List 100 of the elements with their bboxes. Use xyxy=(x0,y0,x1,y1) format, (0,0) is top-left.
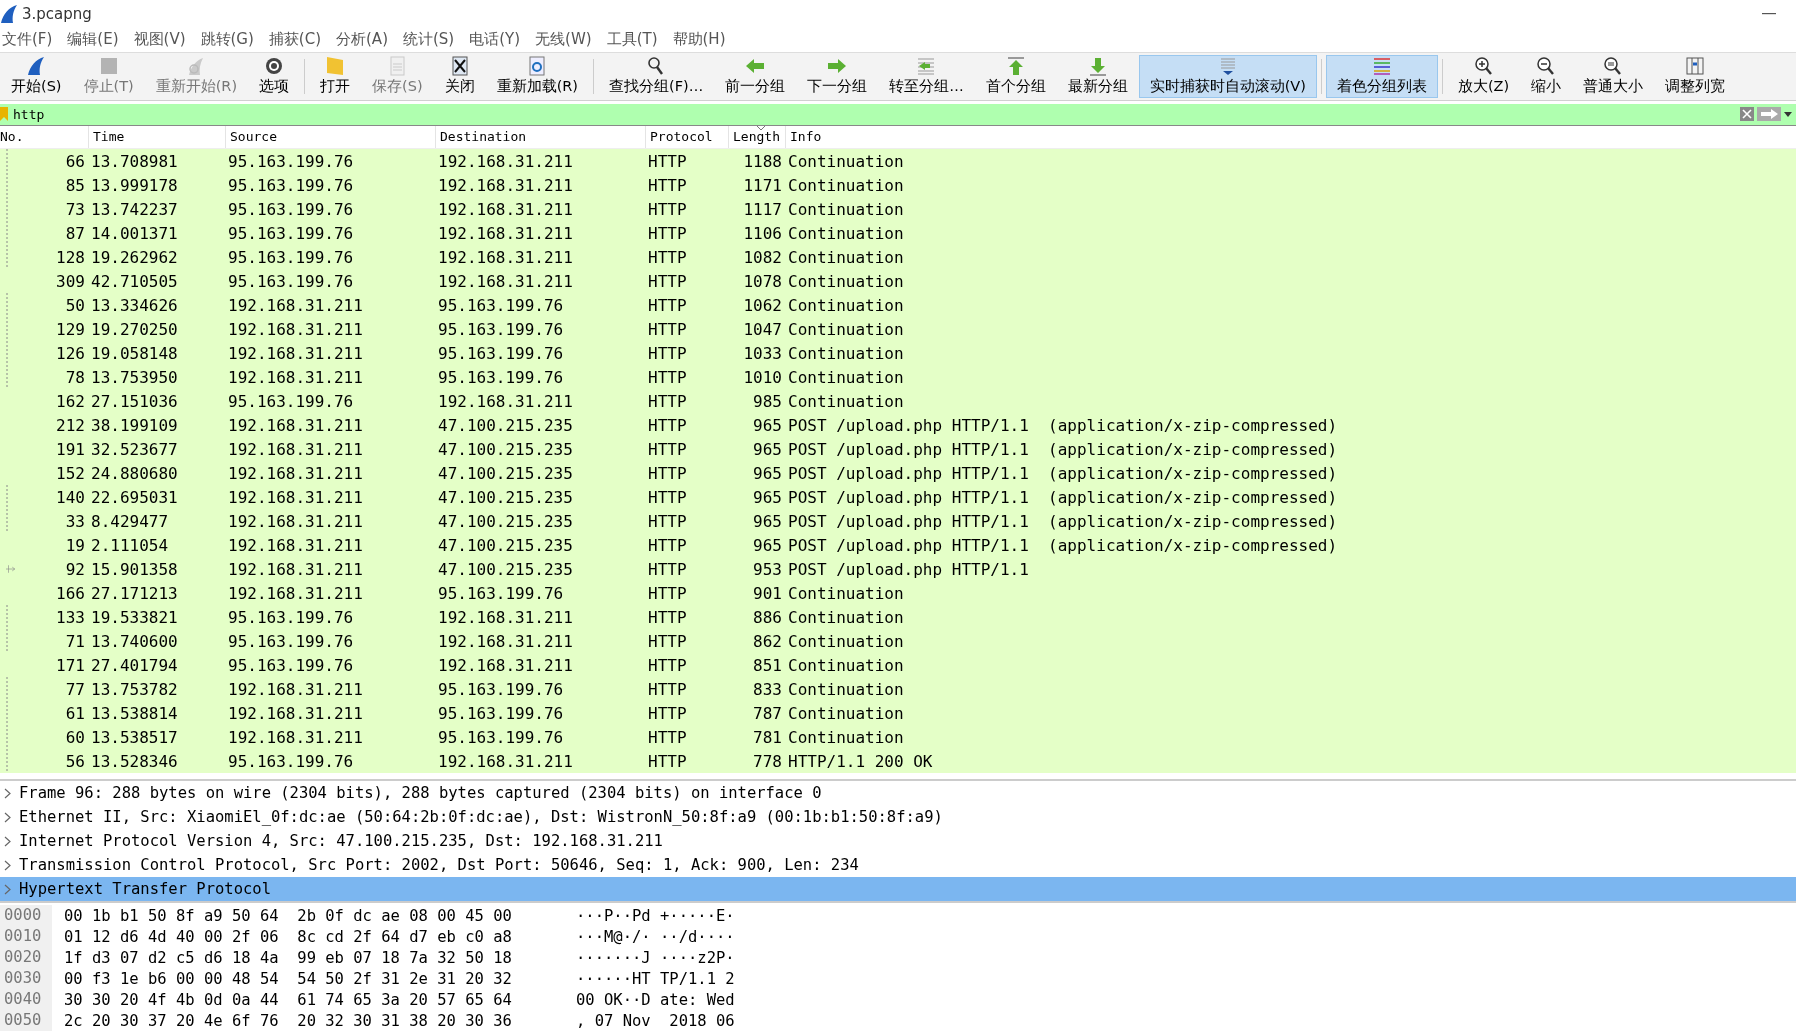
ascii-text: , 07 Nov 2018 06 xyxy=(576,1011,735,1030)
minimize-icon[interactable] xyxy=(1762,12,1776,15)
toolbar-button[interactable]: 前一分组 xyxy=(714,55,797,98)
toolbar-button[interactable]: 查找分组(F)… xyxy=(598,55,715,98)
expand-chevron-icon[interactable] xyxy=(4,787,11,799)
tree-item[interactable]: Frame 96: 288 bytes on wire (2304 bits), 288 bytes captured (2304 bits) on interface 0 xyxy=(0,781,1796,805)
table-cell-text: 129 xyxy=(55,319,86,339)
table-cell-text: 95.163.199.76 xyxy=(437,583,565,603)
table-cell-text: 192.168.31.211 xyxy=(437,631,574,651)
table-cell-text: 953 xyxy=(752,559,783,579)
toolbar-button[interactable]: 开始(S) xyxy=(0,55,73,98)
column-header[interactable]: Source xyxy=(225,126,435,148)
table-cell-text: HTTP xyxy=(647,199,688,219)
table-cell-text: 19.058148 xyxy=(90,343,179,363)
toolbar-button[interactable]: 实时捕获时自动滚动(V) xyxy=(1138,55,1317,98)
dropdown-icon[interactable] xyxy=(1784,111,1792,117)
table-cell-text: HTTP xyxy=(647,583,688,603)
menu-item[interactable]: 统计(S) xyxy=(401,30,463,50)
table-cell-text: 192.168.31.211 xyxy=(227,295,364,315)
column-header[interactable]: Time xyxy=(88,126,225,148)
table-cell-text: 192.168.31.211 xyxy=(227,727,364,747)
table-cell-text: HTTP xyxy=(647,439,688,459)
toolbar-button[interactable]: 下一分组 xyxy=(796,55,879,98)
menu-item[interactable]: 电话(Y) xyxy=(467,30,529,50)
table-cell-text: 27.151036 xyxy=(90,391,179,411)
tree-item[interactable]: Transmission Control Protocol, Src Port: 2002, Dst Port: 50646, Seq: 1, Ack: 900, Len: 234 xyxy=(0,853,1796,877)
table-cell-text: 42.710505 xyxy=(90,271,179,291)
table-cell-text: 1047 xyxy=(742,319,783,339)
toolbar-button[interactable]: 缩小 xyxy=(1520,55,1573,98)
table-cell-text: HTTP xyxy=(647,487,688,507)
table-cell-text: HTTP xyxy=(647,559,688,579)
ascii-text: 00 OK··D ate: Wed xyxy=(576,990,735,1009)
tree-item[interactable]: Hypertext Transfer Protocol xyxy=(0,877,1796,901)
toolbar-button[interactable]: 最新分组 xyxy=(1056,55,1139,98)
table-cell-text: 47.100.215.235 xyxy=(437,535,574,555)
table-cell-text: 1171 xyxy=(742,175,783,195)
clear-icon[interactable] xyxy=(1740,107,1754,122)
menu-item[interactable]: 帮助(H) xyxy=(670,30,734,50)
table-cell-text: 95.163.199.76 xyxy=(227,607,355,627)
table-cell-text: POST /upload.php HTTP/1.1 (application/x-zip-compressed) xyxy=(787,511,1339,531)
table-cell-text: HTTP xyxy=(647,703,688,723)
table-cell-text: 191 xyxy=(55,439,86,459)
table-cell-text: 22.695031 xyxy=(90,487,179,507)
menu-item[interactable]: 视图(V) xyxy=(131,30,194,50)
menu-item[interactable]: 文件(F) xyxy=(0,30,61,50)
table-cell-text: 13.334626 xyxy=(90,295,179,315)
column-header[interactable]: Length xyxy=(728,126,785,148)
toolbar-button[interactable]: 首个分组 xyxy=(974,55,1057,98)
expand-chevron-icon[interactable] xyxy=(4,811,11,823)
table-cell-text: HTTP xyxy=(647,607,688,627)
column-header[interactable]: Info xyxy=(785,126,1796,148)
toolbar-button[interactable]: 关闭 xyxy=(433,55,486,98)
table-cell-text: 95.163.199.76 xyxy=(227,151,355,171)
toolbar-button[interactable]: 普通大小 xyxy=(1572,55,1655,98)
table-cell-text: 965 xyxy=(752,415,783,435)
table-cell-text: 192.168.31.211 xyxy=(437,391,574,411)
table-cell-text: Continuation xyxy=(787,607,905,627)
table-cell-text: Continuation xyxy=(787,271,905,291)
table-cell-text: Continuation xyxy=(787,295,905,315)
table-cell-text: Continuation xyxy=(787,199,905,219)
tree-item-label: Internet Protocol Version 4, Src: 47.100.215.235, Dst: 192.168.31.211 xyxy=(19,832,663,850)
table-cell-text: 95.163.199.76 xyxy=(437,343,565,363)
expand-chevron-icon[interactable] xyxy=(4,835,11,847)
toolbar-button[interactable]: 调整列宽 xyxy=(1654,55,1737,98)
byte-offset: 0010 xyxy=(0,926,52,947)
toolbar-button[interactable]: 打开 xyxy=(309,55,362,98)
tree-item[interactable]: Internet Protocol Version 4, Src: 47.100.215.235, Dst: 192.168.31.211 xyxy=(0,829,1796,853)
column-header[interactable]: Destination xyxy=(435,126,645,148)
table-cell-text: 133 xyxy=(55,607,86,627)
column-header[interactable]: Protocol xyxy=(645,126,728,148)
table-cell-text: HTTP xyxy=(647,727,688,747)
table-cell-text: 192.168.31.211 xyxy=(227,487,364,507)
menu-item[interactable]: 编辑(E) xyxy=(65,30,127,50)
menu-item[interactable]: 捕获(C) xyxy=(266,30,329,50)
table-cell-text: 862 xyxy=(752,631,783,651)
table-cell-text: HTTP xyxy=(647,319,688,339)
toolbar-button[interactable]: 转至分组… xyxy=(878,55,975,98)
tree-item[interactable]: Ethernet II, Src: XiaomiEl_0f:dc:ae (50:64:2b:0f:dc:ae), Dst: WistronN_50:8f:a9 (00:1b:b1:50:8f:a9) xyxy=(0,805,1796,829)
table-cell-text: 73 xyxy=(64,199,86,219)
menu-item[interactable]: 跳转(G) xyxy=(198,30,262,50)
fin-icon xyxy=(0,3,18,24)
table-cell-text: 95.163.199.76 xyxy=(227,391,355,411)
zoom-in-icon xyxy=(1472,56,1495,77)
column-header[interactable]: No. xyxy=(0,126,88,148)
table-cell-text: 95.163.199.76 xyxy=(227,223,355,243)
table-cell-text: HTTP xyxy=(647,295,688,315)
table-cell-text: HTTP xyxy=(647,223,688,243)
table-cell-text: 192.168.31.211 xyxy=(227,415,364,435)
toolbar-button[interactable]: 重新加载(R) xyxy=(485,55,589,98)
expand-chevron-icon[interactable] xyxy=(4,859,11,871)
toolbar-button[interactable]: 选项 xyxy=(248,55,301,98)
table-cell-text: HTTP xyxy=(647,679,688,699)
toolbar-button[interactable]: 着色分组列表 xyxy=(1325,55,1438,98)
toolbar-button[interactable]: 放大(Z) xyxy=(1446,55,1521,98)
table-cell-text: Continuation xyxy=(787,343,905,363)
expand-chevron-icon[interactable] xyxy=(4,883,11,895)
hex-bytes: 1f d3 07 d2 c5 d6 18 4a 99 eb 07 18 7a 32 50 18 xyxy=(64,948,513,967)
menu-item[interactable]: 工具(T) xyxy=(604,30,666,50)
menu-item[interactable]: 分析(A) xyxy=(334,30,396,50)
menu-item[interactable]: 无线(W) xyxy=(533,30,600,50)
